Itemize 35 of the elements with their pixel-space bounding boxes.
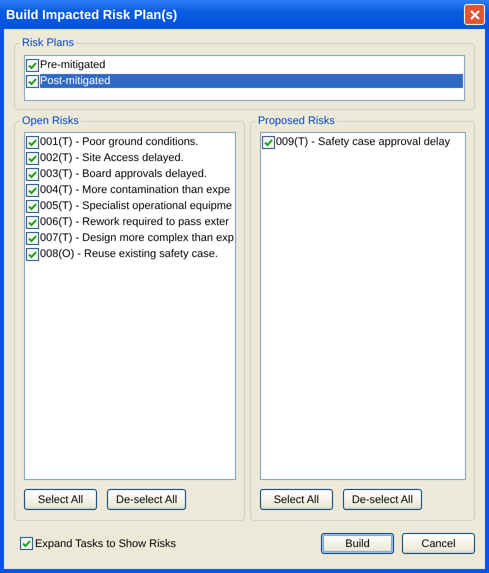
list-item[interactable]: 001(T) - Poor ground conditions. [40, 135, 198, 149]
checkbox[interactable] [26, 152, 39, 164]
button[interactable]: Cancel [402, 533, 475, 554]
list-item[interactable]: 004(T) - More contamination than expe [40, 183, 230, 197]
close-button[interactable] [464, 4, 485, 25]
checkbox[interactable] [26, 200, 39, 212]
checkbox[interactable] [262, 136, 275, 148]
list-item[interactable]: 002(T) - Site Access delayed. [40, 151, 184, 165]
group-label: Proposed Risks [256, 115, 337, 128]
checkbox[interactable] [26, 74, 39, 88]
checkbox[interactable] [26, 184, 39, 196]
checkbox[interactable] [26, 248, 39, 260]
list-item[interactable]: 006(T) - Rework required to pass exter [40, 215, 229, 229]
window-title: Build Impacted Risk Plan(s) [6, 7, 178, 22]
checkbox[interactable] [26, 58, 39, 72]
checkbox[interactable] [20, 537, 33, 550]
list-item[interactable]: 007(T) - Design more complex than exp [40, 231, 234, 245]
list-item[interactable]: 009(T) - Safety case approval delay [276, 135, 450, 149]
checkbox-label: Expand Tasks to Show Risks [35, 538, 176, 550]
button[interactable]: Select All [24, 489, 97, 510]
list-item[interactable]: 003(T) - Board approvals delayed. [40, 167, 207, 181]
button[interactable]: Select All [260, 489, 333, 510]
button[interactable]: De-select All [342, 489, 422, 510]
list-item[interactable]: 005(T) - Specialist operational equipme [40, 199, 232, 213]
group-label: Open Risks [20, 115, 81, 128]
button[interactable]: De-select All [107, 489, 186, 510]
checkbox[interactable] [26, 216, 39, 228]
checkbox[interactable] [26, 232, 39, 244]
close-icon [470, 10, 480, 20]
list-item[interactable]: Pre-mitigated [40, 58, 463, 72]
list-item[interactable]: 008(O) - Reuse existing safety case. [40, 247, 218, 261]
list-item[interactable]: Post-mitigated [40, 74, 463, 88]
button[interactable]: Build [321, 533, 394, 554]
checkbox[interactable] [26, 168, 39, 180]
checkbox[interactable] [26, 136, 39, 148]
